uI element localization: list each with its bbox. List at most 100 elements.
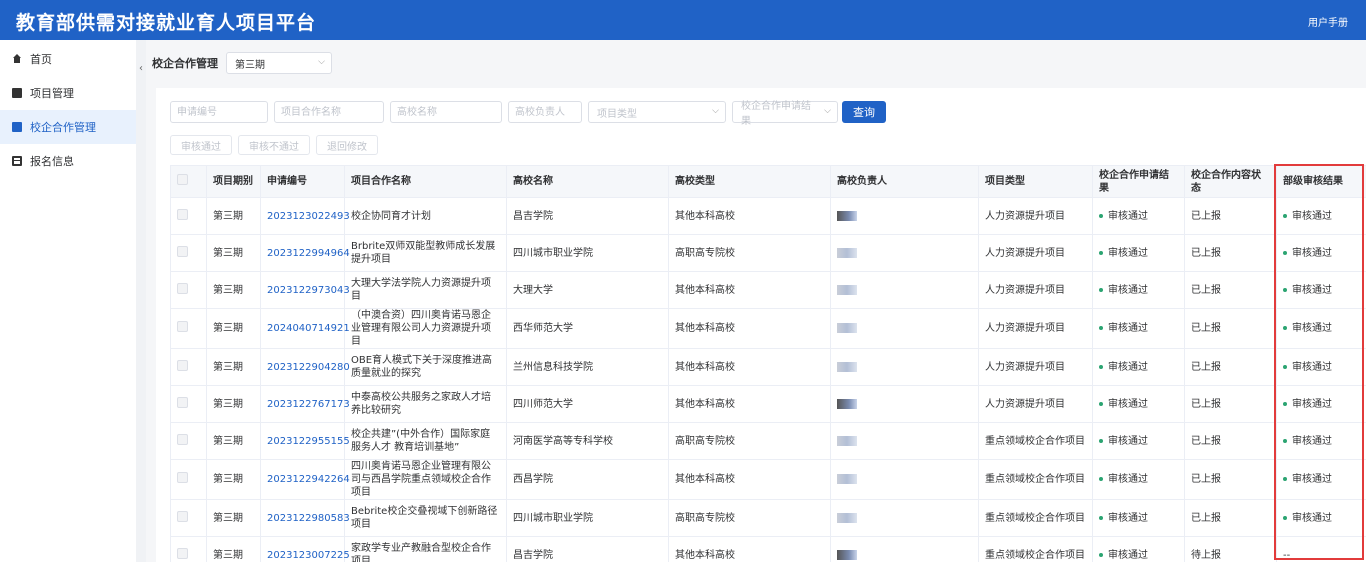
select-all-checkbox[interactable] bbox=[177, 174, 188, 185]
breadcrumb: 校企合作管理 第三期 ⌵ bbox=[152, 52, 332, 74]
row-checkbox[interactable] bbox=[177, 359, 188, 371]
action-bar: 审核通过 审核不通过 退回修改 bbox=[170, 135, 384, 155]
row-checkbox[interactable] bbox=[177, 396, 188, 408]
application-no-link-text[interactable]: 2023122973043 bbox=[267, 285, 350, 296]
sidebar-item-home[interactable]: 首页 bbox=[0, 42, 136, 76]
application-no-link[interactable]: 2023122994964 bbox=[260, 234, 350, 272]
period-cell-text: 第三期 bbox=[213, 361, 243, 373]
coop-result-cell-text: 审核通过 bbox=[1108, 549, 1148, 561]
project-type-cell: 重点领域校企合作项目 bbox=[978, 459, 1093, 500]
sidebar-item-school-enterprise[interactable]: 校企合作管理 bbox=[0, 110, 136, 144]
project-name-cell-text: Brbrite双师双能型教师成长发展提升项目 bbox=[351, 241, 496, 265]
project-type-cell: 重点领域校企合作项目 bbox=[978, 422, 1093, 460]
content-status-cell-text: 已上报 bbox=[1191, 474, 1221, 485]
application-no-link[interactable]: 2023122973043 bbox=[260, 271, 350, 309]
content-status-cell-text: 已上报 bbox=[1191, 435, 1221, 447]
query-button[interactable]: 查询 bbox=[842, 101, 886, 123]
school-type-cell-text: 其他本科高校 bbox=[675, 210, 735, 222]
application-no-input[interactable] bbox=[170, 101, 268, 123]
application-no-link-text[interactable]: 2024040714921 bbox=[267, 323, 350, 334]
school-name-input[interactable] bbox=[390, 101, 502, 123]
application-no-link[interactable]: 2023122904280 bbox=[260, 348, 350, 386]
application-no-link-text[interactable]: 2023123022493 bbox=[267, 211, 350, 222]
row-select-cell[interactable] bbox=[170, 536, 207, 562]
period-cell: 第三期 bbox=[206, 385, 261, 423]
period-select[interactable]: 第三期 ⌵ bbox=[226, 52, 332, 74]
row-checkbox[interactable] bbox=[177, 208, 188, 220]
row-select-cell[interactable] bbox=[170, 234, 207, 272]
table-row[interactable]: 第三期 2023122767173 中泰高校公共服务之家政人才培养比较研究 四川师范大… bbox=[170, 385, 1366, 423]
table-row[interactable]: 第三期 2023123022493 校企协同育才计划 昌吉学院 其他本科高校 人力资源提升… bbox=[170, 197, 1366, 235]
row-select-cell[interactable] bbox=[170, 459, 207, 500]
sidebar-item-project-management[interactable]: 项目管理 bbox=[0, 76, 136, 110]
application-no-link[interactable]: 2024040714921 bbox=[260, 308, 350, 349]
row-select-cell[interactable] bbox=[170, 348, 207, 386]
status-dot-icon bbox=[1099, 326, 1103, 330]
school-type-cell-text: 高职高专院校 bbox=[675, 512, 735, 524]
school-type-cell: 其他本科高校 bbox=[668, 536, 831, 562]
collapse-sidebar-icon[interactable]: ‹ bbox=[136, 58, 146, 80]
table-row[interactable]: 第三期 2023122980583 Bebrite校企交叠视域下创新路径项目 四川城市… bbox=[170, 499, 1366, 537]
project-name-input[interactable] bbox=[274, 101, 384, 123]
application-no-link[interactable]: 2023123007225 bbox=[260, 536, 350, 562]
table-row[interactable]: 第三期 2023123007225 家政学专业产教融合型校企合作项目 昌吉学院 其他本科… bbox=[170, 536, 1366, 562]
return-button[interactable]: 退回修改 bbox=[316, 135, 378, 155]
table-row[interactable]: 第三期 2023122994964 Brbrite双师双能型教师成长发展提升项目 四川… bbox=[170, 234, 1366, 272]
row-checkbox[interactable] bbox=[177, 282, 188, 294]
user-manual-link[interactable]: 用户手册 bbox=[1308, 14, 1348, 29]
select-all-cell[interactable] bbox=[170, 165, 207, 198]
table-row[interactable]: 第三期 2024040714921 （中澳合资）四川奥肯诺马恩企业管理有限公司人力资… bbox=[170, 308, 1366, 349]
row-checkbox[interactable] bbox=[177, 433, 188, 445]
table-row[interactable]: 第三期 2023122973043 大理大学法学院人力资源提升项目 大理大学 其他本科高… bbox=[170, 271, 1366, 309]
approve-button[interactable]: 审核通过 bbox=[170, 135, 232, 155]
row-select-cell[interactable] bbox=[170, 422, 207, 460]
application-no-link-text[interactable]: 2023122904280 bbox=[267, 362, 350, 373]
redacted-name bbox=[837, 435, 857, 446]
application-no-link-text[interactable]: 2023122955155 bbox=[267, 436, 350, 447]
application-no-link[interactable]: 2023122980583 bbox=[260, 499, 350, 537]
application-no-link-text[interactable]: 2023122942264 bbox=[267, 474, 350, 485]
content-status-cell: 已上报 bbox=[1184, 459, 1277, 500]
row-select-cell[interactable] bbox=[170, 308, 207, 349]
row-select-cell[interactable] bbox=[170, 385, 207, 423]
application-no-link[interactable]: 2023122942264 bbox=[260, 459, 350, 500]
row-select-cell[interactable] bbox=[170, 499, 207, 537]
project-type-cell-text: 重点领域校企合作项目 bbox=[985, 549, 1085, 561]
school-head-input[interactable] bbox=[508, 101, 582, 123]
row-checkbox[interactable] bbox=[177, 245, 188, 257]
review-result-cell: 审核通过 bbox=[1276, 422, 1366, 460]
project-name-cell: OBE育人模式下关于深度推进高质量就业的探究 bbox=[344, 348, 507, 386]
row-checkbox[interactable] bbox=[177, 547, 188, 559]
application-no-link-text[interactable]: 2023123007225 bbox=[267, 550, 350, 561]
period-cell: 第三期 bbox=[206, 536, 261, 562]
table-row[interactable]: 第三期 2023122904280 OBE育人模式下关于深度推进高质量就业的探究 兰州… bbox=[170, 348, 1366, 386]
school-type-cell: 其他本科高校 bbox=[668, 459, 831, 500]
review-result-cell-text: 审核通过 bbox=[1292, 284, 1332, 296]
review-result-cell: 审核通过 bbox=[1276, 499, 1366, 537]
coop-result-select[interactable]: 校企合作申请结果 ⌵ bbox=[732, 101, 838, 127]
project-type-select[interactable]: 项目类型 ⌵ bbox=[588, 101, 726, 123]
application-no-link[interactable]: 2023122955155 bbox=[260, 422, 350, 460]
table-row[interactable]: 第三期 2023122955155 校企共建”(中外合作）国际家庭服务人才 教育培训… bbox=[170, 422, 1366, 460]
row-checkbox[interactable] bbox=[177, 321, 188, 332]
row-checkbox[interactable] bbox=[177, 472, 188, 483]
application-no-link-text[interactable]: 2023122980583 bbox=[267, 513, 350, 524]
row-select-cell[interactable] bbox=[170, 197, 207, 235]
review-result-cell-text: 审核通过 bbox=[1292, 210, 1332, 222]
table-row[interactable]: 第三期 2023122942264 四川奥肯诺马恩企业管理有限公司与西昌学院重点领域… bbox=[170, 459, 1366, 500]
row-select-cell[interactable] bbox=[170, 271, 207, 309]
chevron-down-icon: ⌵ bbox=[712, 106, 719, 116]
reject-button[interactable]: 审核不通过 bbox=[238, 135, 310, 155]
home-icon bbox=[12, 54, 22, 64]
project-type-cell-text: 人力资源提升项目 bbox=[985, 247, 1065, 259]
project-type-placeholder: 项目类型 bbox=[597, 108, 637, 120]
chevron-down-icon: ⌵ bbox=[318, 57, 325, 67]
application-no-link[interactable]: 2023123022493 bbox=[260, 197, 350, 235]
application-no-link[interactable]: 2023122767173 bbox=[260, 385, 350, 423]
row-checkbox[interactable] bbox=[177, 510, 188, 522]
content-status-cell: 已上报 bbox=[1184, 308, 1277, 349]
sidebar-item-registration[interactable]: 报名信息 bbox=[0, 144, 136, 178]
application-no-link-text[interactable]: 2023122767173 bbox=[267, 399, 350, 410]
application-no-link-text[interactable]: 2023122994964 bbox=[267, 248, 350, 259]
status-dot-icon bbox=[1283, 213, 1287, 218]
